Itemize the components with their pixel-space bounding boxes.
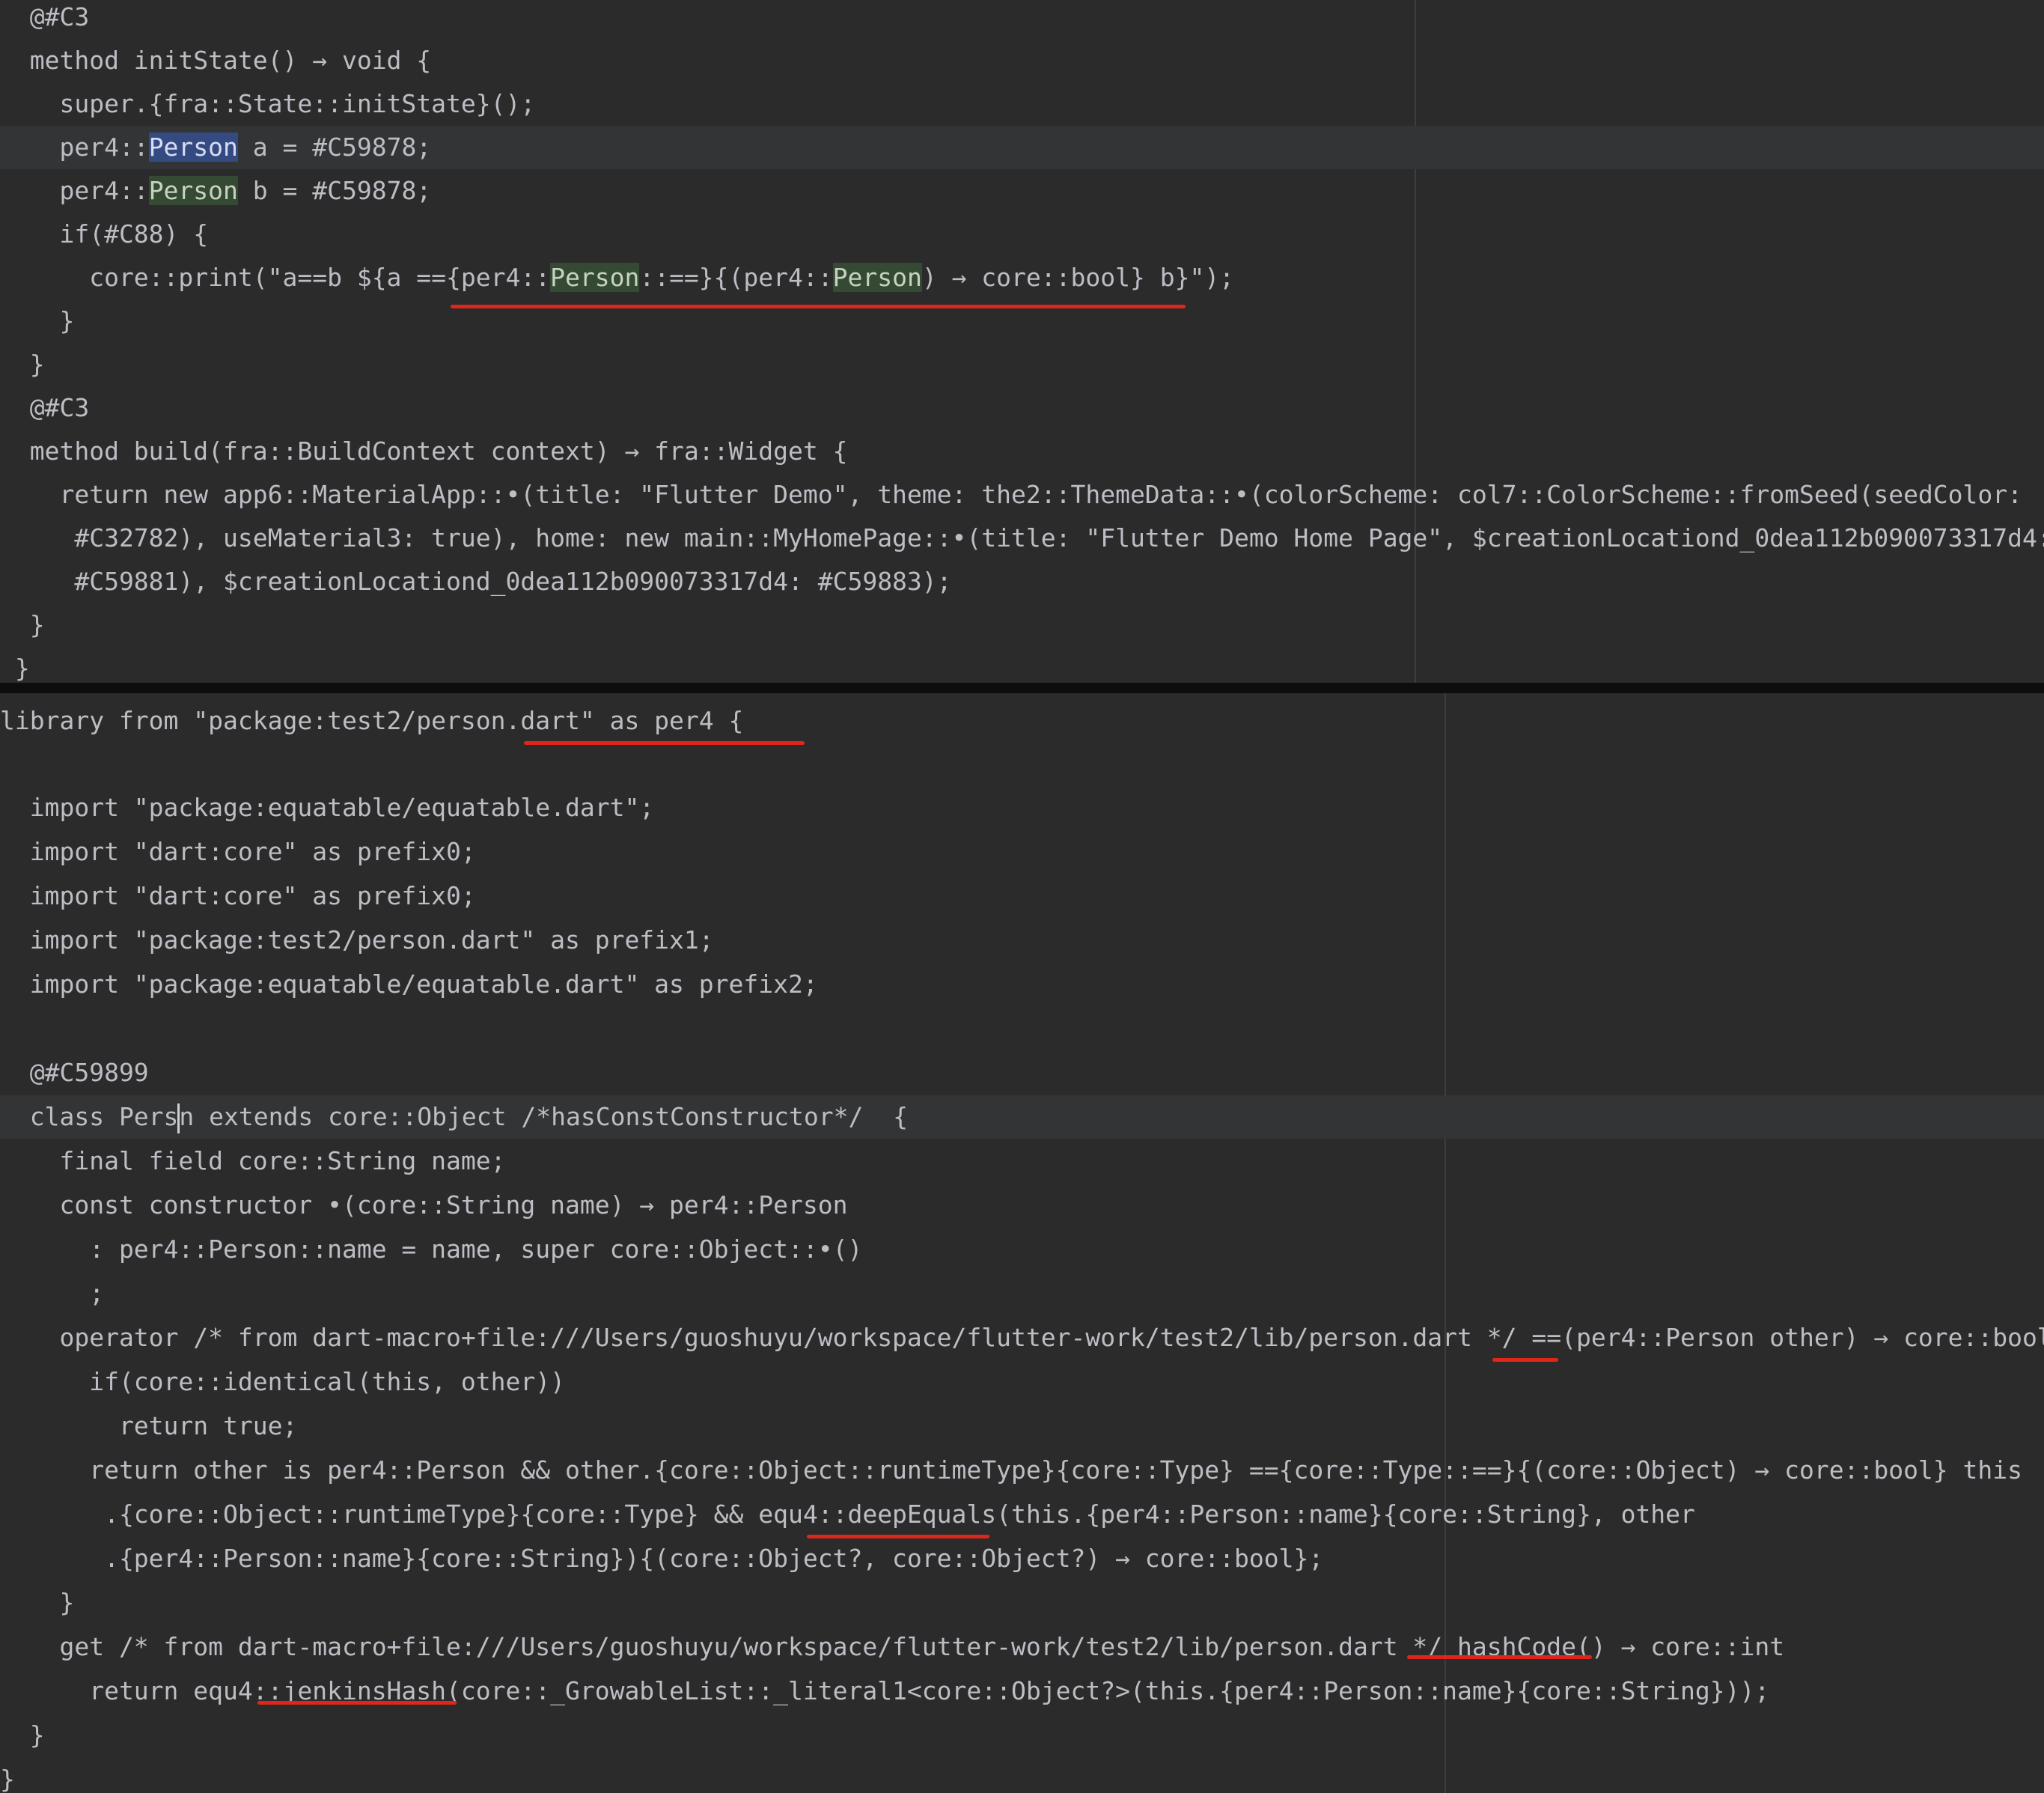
- current-code-line[interactable]: per4::Person a = #C59878;: [0, 126, 2044, 169]
- code-line[interactable]: }: [0, 647, 30, 683]
- code-line[interactable]: return new app6::MaterialApp::•(title: "…: [0, 473, 2022, 517]
- code-text: per4::: [0, 133, 149, 162]
- code-line[interactable]: #C32782), useMaterial3: true), home: new…: [0, 517, 2044, 560]
- code-line[interactable]: super.{fra::State::initState}();: [0, 82, 535, 126]
- code-text: {per4::: [446, 263, 551, 292]
- annotation-underline: [524, 741, 805, 745]
- code-text: class Pers: [0, 1102, 179, 1131]
- code-text: a = #C59878;: [237, 133, 432, 162]
- code-line[interactable]: method initState() → void {: [0, 39, 431, 82]
- code-line[interactable]: @#C59899: [0, 1051, 149, 1095]
- code-line[interactable]: .{per4::Person::name}{core::String}){(co…: [0, 1537, 1323, 1580]
- code-line[interactable]: return other is per4::Person && other.{c…: [0, 1449, 2022, 1492]
- pane-divider: [0, 683, 2044, 693]
- code-line[interactable]: import "package:equatable/equatable.dart…: [0, 963, 818, 1006]
- usage-highlight[interactable]: Person: [832, 263, 922, 292]
- code-line[interactable]: import "dart:core" as prefix0;: [0, 830, 476, 874]
- code-line[interactable]: }: [0, 1714, 45, 1757]
- annotation-underline: [257, 1701, 457, 1705]
- code-line[interactable]: library from "package:test2/person.dart"…: [0, 699, 743, 743]
- annotation-underline: [451, 305, 1186, 308]
- code-line[interactable]: import "package:test2/person.dart" as pr…: [0, 919, 714, 962]
- code-line[interactable]: }: [0, 1758, 15, 1793]
- code-line[interactable]: const constructor •(core::String name) →…: [0, 1184, 847, 1227]
- code-line[interactable]: operator /* from dart-macro+file:///User…: [0, 1316, 2044, 1360]
- code-line[interactable]: if(#C88) {: [0, 213, 208, 256]
- code-line[interactable]: @#C3: [0, 386, 89, 430]
- code-text: per4::: [0, 176, 149, 205]
- usage-highlight[interactable]: Person: [550, 263, 640, 292]
- annotation-underline: [1407, 1655, 1592, 1659]
- code-text: core::print("a==b ${a ==: [0, 263, 447, 292]
- code-line[interactable]: }: [0, 299, 74, 343]
- code-line[interactable]: .{core::Object::runtimeType}{core::Type}…: [0, 1493, 1695, 1536]
- editor-pane-bottom[interactable]: library from "package:test2/person.dart"…: [0, 693, 2044, 1793]
- code-line[interactable]: per4::Person b = #C59878;: [0, 169, 431, 213]
- code-text: ::==}{(per4::: [639, 263, 833, 292]
- current-code-line[interactable]: class Persn extends core::Object /*hasCo…: [0, 1095, 2044, 1139]
- code-line[interactable]: }: [0, 343, 45, 386]
- code-line[interactable]: }: [0, 603, 45, 647]
- annotation-underline: [807, 1535, 989, 1538]
- code-line[interactable]: core::print("a==b ${a =={per4::Person::=…: [0, 256, 1234, 299]
- identifier-highlight[interactable]: Person: [148, 133, 238, 162]
- code-line[interactable]: return equ4::jenkinsHash(core::_Growable…: [0, 1669, 1769, 1713]
- annotation-underline: [1492, 1358, 1558, 1362]
- code-text: ) → core::bool} b}");: [921, 263, 1235, 292]
- code-line[interactable]: @#C3: [0, 0, 89, 39]
- code-line[interactable]: import "dart:core" as prefix0;: [0, 874, 476, 918]
- code-line[interactable]: if(core::identical(this, other)): [0, 1360, 565, 1404]
- code-line[interactable]: : per4::Person::name = name, super core:…: [0, 1228, 862, 1271]
- code-line[interactable]: return true;: [0, 1404, 297, 1448]
- code-line[interactable]: method build(fra::BuildContext context) …: [0, 430, 848, 473]
- right-margin-guide: [1415, 0, 1416, 683]
- code-line[interactable]: import "package:equatable/equatable.dart…: [0, 786, 654, 829]
- code-text: n extends core::Object /*hasConstConstru…: [179, 1102, 908, 1131]
- code-line[interactable]: }: [0, 1581, 74, 1625]
- code-line[interactable]: #C59881), $creationLocationd_0dea112b090…: [0, 560, 951, 603]
- editor-pane-top[interactable]: @#C3 method initState() → void { super.{…: [0, 0, 2044, 683]
- code-line[interactable]: ;: [0, 1272, 104, 1315]
- code-line[interactable]: get /* from dart-macro+file:///Users/guo…: [0, 1625, 1784, 1669]
- code-text: b = #C59878;: [237, 176, 432, 205]
- usage-highlight[interactable]: Person: [148, 176, 238, 205]
- code-line[interactable]: final field core::String name;: [0, 1139, 505, 1183]
